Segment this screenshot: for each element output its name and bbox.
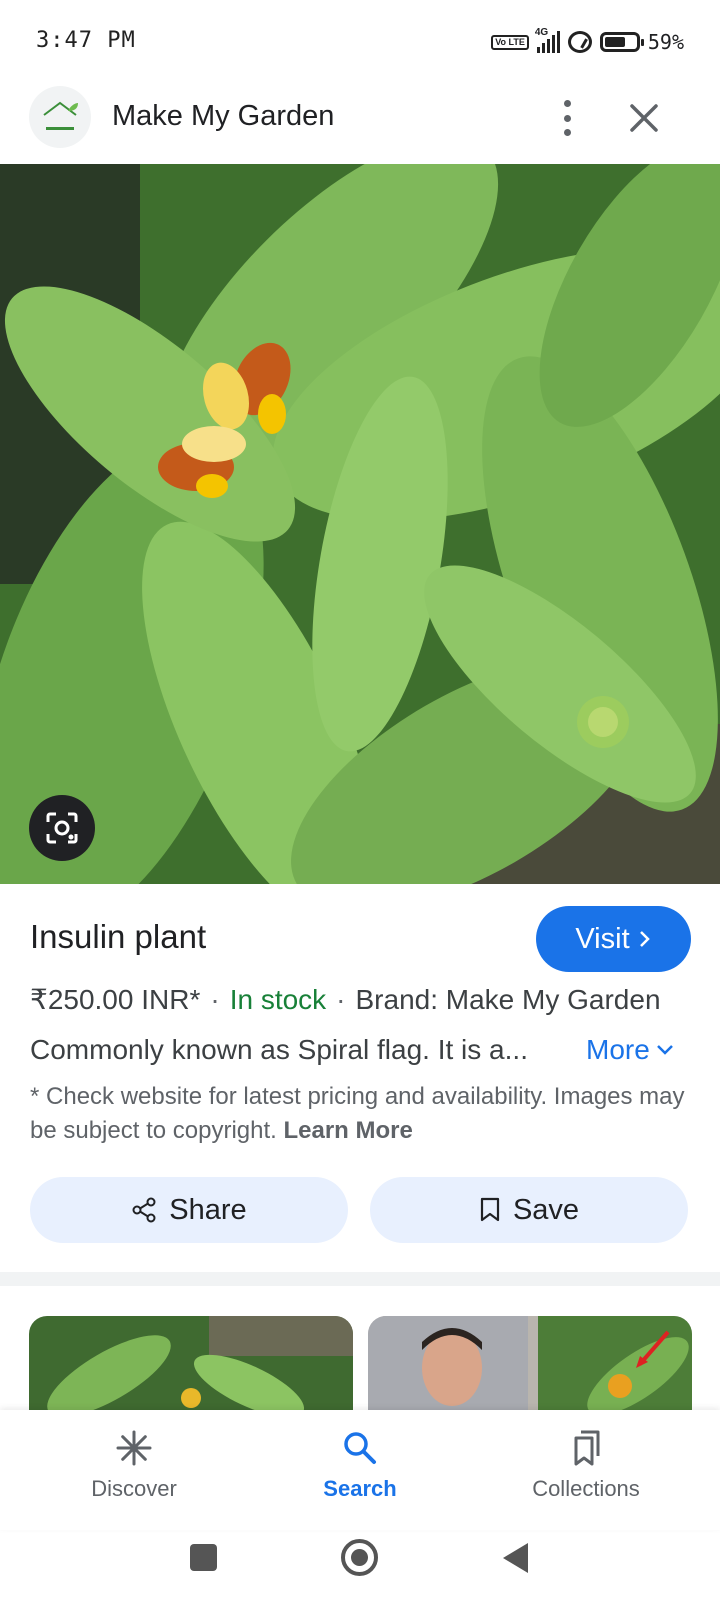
signal-icon: 4G bbox=[535, 27, 560, 53]
related-image[interactable] bbox=[368, 1316, 692, 1412]
home-icon[interactable] bbox=[341, 1539, 378, 1576]
status-icons: Vo LTE 4G 59% bbox=[491, 27, 684, 54]
brand: Brand: Make My Garden bbox=[355, 984, 661, 1015]
related-image[interactable] bbox=[29, 1316, 353, 1412]
google-lens-button[interactable] bbox=[29, 795, 95, 861]
asterisk-icon bbox=[116, 1430, 152, 1466]
related-video-thumbnail bbox=[368, 1316, 692, 1412]
site-logo[interactable] bbox=[29, 86, 91, 148]
section-divider bbox=[0, 1272, 720, 1286]
stock-status: In stock bbox=[229, 984, 327, 1015]
nav-search[interactable]: Search bbox=[260, 1428, 460, 1502]
system-navigation-bar bbox=[0, 1530, 720, 1600]
more-label: More bbox=[586, 1034, 650, 1065]
volte-icon: Vo LTE bbox=[491, 34, 529, 50]
network-type: 4G bbox=[534, 27, 549, 38]
save-label: Save bbox=[512, 1193, 580, 1226]
share-button[interactable]: Share bbox=[30, 1177, 348, 1243]
nav-search-label: Search bbox=[323, 1476, 397, 1501]
chevron-down-icon bbox=[656, 1045, 673, 1055]
status-time: 3:47 PM bbox=[36, 28, 136, 53]
insulin-plant-photo bbox=[0, 164, 720, 884]
back-icon[interactable] bbox=[503, 1543, 528, 1573]
more-vert-icon[interactable] bbox=[550, 98, 584, 138]
bottom-navigation: Discover Search Collections bbox=[0, 1410, 720, 1530]
share-icon bbox=[132, 1197, 156, 1223]
nav-collections-label: Collections bbox=[532, 1476, 640, 1501]
bookmark-icon bbox=[480, 1197, 500, 1222]
learn-more-link[interactable]: Learn More bbox=[283, 1117, 412, 1144]
visit-button[interactable]: Visit bbox=[536, 906, 691, 972]
product-image[interactable] bbox=[0, 164, 720, 884]
visit-label: Visit bbox=[575, 922, 630, 955]
status-bar: 3:47 PM Vo LTE 4G 59% bbox=[0, 0, 720, 86]
nav-collections[interactable]: Collections bbox=[486, 1428, 686, 1502]
nav-discover-label: Discover bbox=[91, 1476, 177, 1501]
site-name[interactable]: Make My Garden bbox=[112, 100, 334, 133]
related-plant-photo bbox=[29, 1316, 353, 1412]
more-button[interactable]: More bbox=[586, 1034, 674, 1066]
garden-logo-icon bbox=[43, 101, 78, 130]
chevron-right-icon bbox=[639, 931, 650, 947]
battery-percent: 59% bbox=[647, 30, 684, 54]
product-title: Insulin plant bbox=[30, 918, 207, 955]
product-description: Commonly known as Spiral flag. It is a..… bbox=[30, 1034, 528, 1065]
product-meta: ₹250.00 INR* · In stock · Brand: Make My Gar… bbox=[30, 984, 661, 1015]
disclaimer: * Check website for latest pricing and a… bbox=[30, 1080, 690, 1148]
close-icon[interactable] bbox=[624, 98, 664, 138]
share-label: Share bbox=[169, 1193, 247, 1226]
source-header: Make My Garden bbox=[0, 86, 720, 164]
lens-icon bbox=[46, 812, 78, 844]
search-icon bbox=[344, 1432, 376, 1464]
collections-icon bbox=[574, 1430, 600, 1466]
price: ₹250.00 INR* bbox=[30, 984, 201, 1015]
nav-discover[interactable]: Discover bbox=[34, 1428, 234, 1502]
recents-icon[interactable] bbox=[190, 1544, 217, 1571]
battery-icon bbox=[599, 32, 644, 52]
save-button[interactable]: Save bbox=[370, 1177, 688, 1243]
hotspot-icon bbox=[567, 31, 592, 53]
